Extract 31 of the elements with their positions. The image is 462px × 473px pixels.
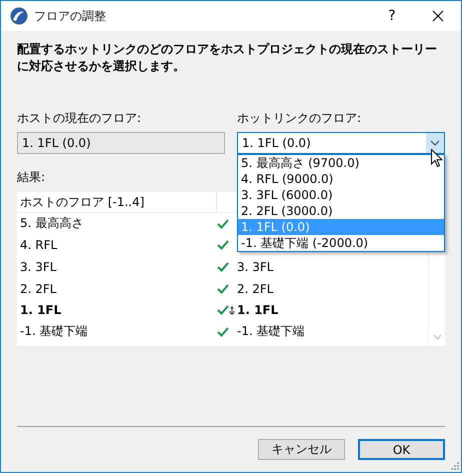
column-header: ホストのフロア [-1..4] [17,192,217,212]
table-cell: 2. 2FL [236,282,274,296]
scroll-down-icon[interactable] [432,334,442,340]
table-cell: -1. 基礎下端 [236,323,305,340]
link-floor-dropdown[interactable]: 1. 1FL (0.0) [237,132,445,154]
table-cell: 1. 1FL [236,303,278,318]
table-cell-text: 3. 3FL [19,260,58,274]
help-button[interactable]: ? [369,1,415,31]
host-floor-label: ホストの現在のフロア: [17,111,142,125]
dropdown-option[interactable]: 2. 2FL (3000.0) [238,203,444,219]
dropdown-option[interactable]: -1. 基礎下端 (-2000.0) [238,235,444,251]
instruction-text: 配置するホットリンクのどのフロアをホストプロジェクトの現在のストーリーに対応させるかを選択します。 [17,41,438,75]
chevron-down-icon [430,140,440,146]
table-cell: 3. 3FL [236,260,274,274]
table-cell-text: 2. 2FL [19,282,58,296]
resize-grip-icon[interactable] [451,462,459,470]
anchor-icon [229,305,235,316]
dialog-button[interactable]: キャンセル [258,439,345,460]
window-title: フロアの調整 [34,8,106,24]
dialog-button[interactable]: OK [358,439,445,460]
dropdown-option[interactable]: 3. 3FL (6000.0) [238,187,444,203]
table-cell-text: 5. 最高高さ [19,215,84,232]
dropdown-option[interactable]: 4. RFL (9000.0) [238,171,444,187]
results-label: 結果: [17,170,46,184]
table-cell-text: 4. RFL [19,238,58,252]
link-floor-label: ホットリンクのフロア: [237,111,362,125]
dropdown-option[interactable]: 5. 最高高さ (9700.0) [238,155,444,171]
table-cell-text: -1. 基礎下端 [19,323,89,340]
table-cell-text: 1. 1FL [19,303,62,318]
app-logo-icon [10,7,28,25]
close-icon [432,10,444,22]
